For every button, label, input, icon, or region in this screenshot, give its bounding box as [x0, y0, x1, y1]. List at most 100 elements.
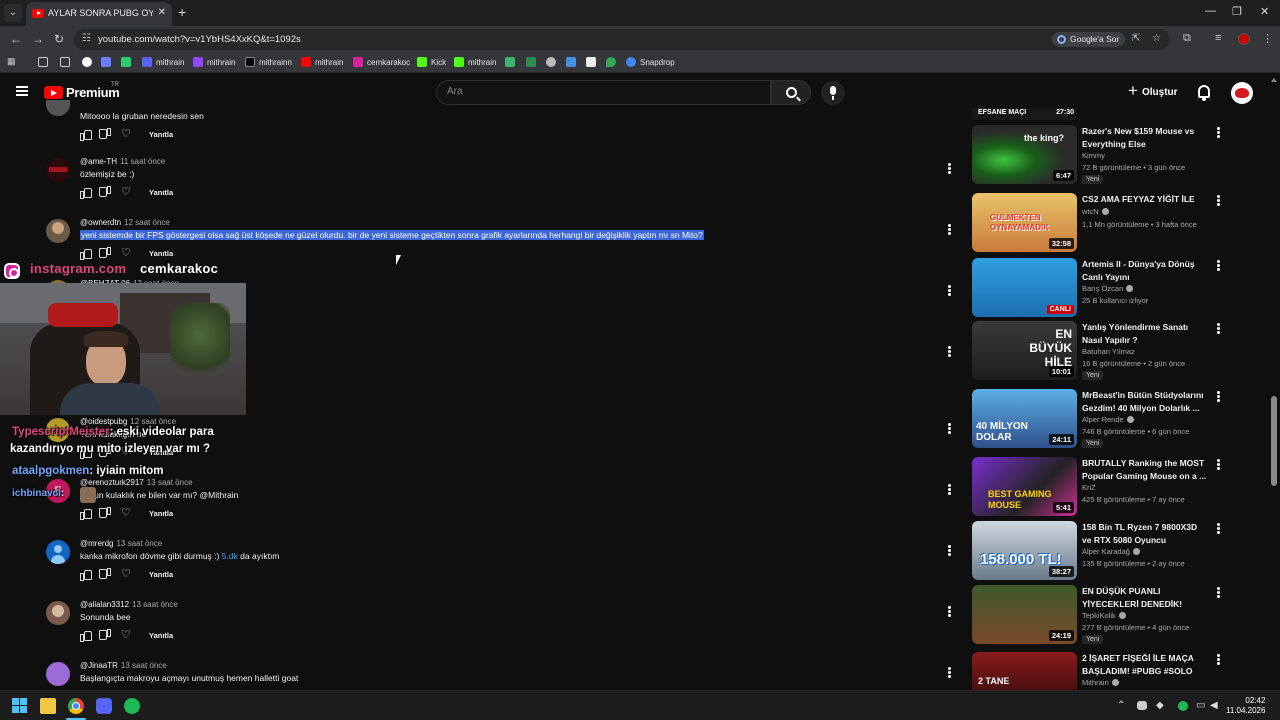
comment-more-actions-icon[interactable] — [948, 346, 951, 357]
like-thumb-icon[interactable] — [80, 630, 92, 642]
video-thumbnail[interactable]: GÜLMEKTEN OYNAYAMADIK 32:58 — [972, 193, 1077, 252]
create-button[interactable]: Oluştur — [1126, 81, 1178, 103]
folder-icon[interactable] — [38, 57, 48, 67]
partial-thumbnail[interactable]: EFSANE MAÇI 27:30 — [972, 108, 1077, 120]
bookmark-kick[interactable]: Kick — [417, 57, 446, 67]
tab-search-chevron-icon[interactable]: ⌄ — [4, 4, 22, 22]
like-thumb-icon[interactable] — [80, 508, 92, 520]
scroll-up-arrow-icon[interactable] — [1271, 78, 1277, 82]
volume-icon[interactable]: ◀ — [1210, 700, 1218, 711]
bookmark-favicon-icon[interactable] — [505, 57, 515, 67]
heart-icon[interactable]: ♡ — [121, 630, 131, 641]
tab-close-icon[interactable]: ✕ — [158, 7, 166, 18]
profile-avatar-icon[interactable] — [1238, 33, 1250, 45]
comment-avatar[interactable] — [46, 601, 70, 625]
video-thumbnail[interactable]: 40 MİLYON DOLAR 24:11 — [972, 389, 1077, 448]
bookmark-cemkarakoc-instagram[interactable]: cemkarakoc — [353, 57, 410, 67]
comment-more-actions-icon[interactable] — [948, 667, 951, 678]
dislike-thumb-icon[interactable] — [101, 188, 111, 198]
dislike-thumb-icon[interactable] — [101, 509, 111, 519]
comment-more-actions-icon[interactable] — [948, 545, 951, 556]
recommended-video[interactable]: EN BÜYÜK HİLE 10:01 Yanlış Yönlendirme S… — [972, 321, 1232, 383]
discord-tray-icon[interactable] — [1137, 701, 1147, 710]
maximize-icon[interactable]: ❐ — [1232, 5, 1242, 18]
video-thumbnail[interactable]: CANLI — [972, 258, 1077, 317]
video-more-actions-icon[interactable] — [1217, 459, 1220, 470]
bookmark-favicon-icon[interactable] — [526, 57, 536, 67]
video-more-actions-icon[interactable] — [1217, 391, 1220, 402]
bookmark-favicon-icon[interactable] — [586, 57, 596, 67]
discord-icon[interactable] — [96, 698, 112, 714]
file-explorer-icon[interactable] — [40, 698, 56, 714]
search-input[interactable] — [447, 86, 747, 97]
heart-icon[interactable]: ♡ — [121, 129, 131, 140]
video-more-actions-icon[interactable] — [1217, 260, 1220, 271]
recommended-video[interactable]: 158.000 TL! 38:27 158 Bin TL Ryzen 7 980… — [972, 521, 1232, 583]
dislike-thumb-icon[interactable] — [101, 130, 111, 140]
reply-button[interactable]: Yanıtla — [149, 130, 173, 139]
comment-time[interactable]: 13 saat önce — [116, 539, 162, 548]
folder-icon[interactable] — [60, 57, 70, 67]
video-more-actions-icon[interactable] — [1217, 323, 1220, 334]
recommended-video[interactable]: 2 TANE 2 İŞARET FİŞEĞİ İLE MAÇA BAŞLADIM… — [972, 652, 1232, 690]
extensions-puzzle-icon[interactable]: ⧉ — [1183, 32, 1191, 45]
tray-overflow-chevron-icon[interactable]: ⌃ — [1117, 700, 1125, 711]
video-more-actions-icon[interactable] — [1217, 195, 1220, 206]
bookmark-favicon-icon[interactable] — [82, 57, 92, 67]
dislike-thumb-icon[interactable] — [101, 249, 111, 259]
dislike-thumb-icon[interactable] — [101, 570, 111, 580]
media-controls-icon[interactable]: ≡ — [1215, 32, 1221, 44]
recommended-video[interactable]: the king? 6:47 Razer's New $159 Mouse vs… — [972, 125, 1232, 187]
comment-more-actions-icon[interactable] — [948, 285, 951, 296]
comment-more-actions-icon[interactable] — [948, 423, 951, 434]
comment-avatar[interactable] — [46, 662, 70, 686]
notifications-bell-icon[interactable] — [1198, 85, 1210, 101]
recommended-video[interactable]: GÜLMEKTEN OYNAYAMADIK 32:58 CS2 AMA FEYY… — [972, 193, 1232, 255]
close-window-icon[interactable]: ✕ — [1260, 5, 1269, 18]
comment-avatar[interactable] — [46, 100, 70, 116]
like-thumb-icon[interactable] — [80, 187, 92, 199]
comment-username[interactable]: @ownerdtn — [80, 218, 121, 227]
video-thumbnail[interactable]: 24:19 — [972, 585, 1077, 644]
scrollbar-thumb[interactable] — [1271, 396, 1277, 486]
bookmark-favicon-icon[interactable] — [566, 57, 576, 67]
dislike-thumb-icon[interactable] — [101, 631, 111, 641]
reply-button[interactable]: Yanıtla — [149, 509, 173, 518]
system-clock[interactable]: 02:42 11.04.2026 — [1226, 696, 1265, 716]
video-thumbnail[interactable]: EN BÜYÜK HİLE 10:01 — [972, 321, 1077, 380]
reply-button[interactable]: Yanıtla — [149, 249, 173, 258]
bookmark-snapdrop[interactable]: Snapdrop — [626, 57, 675, 67]
chrome-icon[interactable] — [68, 698, 84, 714]
comment-username[interactable]: @JinaaTR — [80, 661, 118, 670]
comment-more-actions-icon[interactable] — [948, 224, 951, 235]
video-more-actions-icon[interactable] — [1217, 523, 1220, 534]
bookmark-mithrain-discord[interactable]: mithrain — [142, 57, 184, 67]
comment-avatar[interactable] — [46, 158, 70, 182]
comment-time[interactable]: 12 saat önce — [130, 417, 176, 426]
recommended-video[interactable]: CANLI Artemis II - Dünya'ya Dönüş Canlı … — [972, 258, 1232, 320]
comment-more-actions-icon[interactable] — [948, 484, 951, 495]
like-thumb-icon[interactable] — [80, 129, 92, 141]
like-thumb-icon[interactable] — [80, 569, 92, 581]
spotify-tray-icon[interactable] — [1178, 701, 1188, 711]
comment-time[interactable]: 11 saat önce — [120, 157, 165, 166]
like-thumb-icon[interactable] — [80, 248, 92, 260]
recommended-video[interactable]: BEST GAMING MOUSE 5:41 BRUTALLY Ranking … — [972, 457, 1232, 519]
video-thumbnail[interactable]: the king? 6:47 — [972, 125, 1077, 184]
heart-icon[interactable]: ♡ — [121, 569, 131, 580]
hamburger-menu-icon[interactable] — [16, 86, 28, 96]
comment-username[interactable]: @alialan3312 — [80, 600, 129, 609]
bookmark-favicon-icon[interactable] — [101, 57, 111, 67]
video-thumbnail[interactable]: BEST GAMING MOUSE 5:41 — [972, 457, 1077, 516]
comment-username[interactable]: @erenozturk2917 — [80, 478, 144, 487]
youtube-logo-icon[interactable] — [44, 86, 63, 99]
maps-pin-icon[interactable] — [606, 57, 616, 67]
bookmark-mithrainn-x[interactable]: mithrainn — [245, 57, 292, 67]
recommended-video[interactable]: 40 MİLYON DOLAR 24:11 MrBeast'in Bütün S… — [972, 389, 1232, 451]
google-sor-button[interactable]: Google'a Sor — [1052, 32, 1126, 47]
heart-icon[interactable]: ♡ — [121, 187, 131, 198]
bookmark-mithrain-youtube[interactable]: mithrain — [301, 57, 343, 67]
reply-button[interactable]: Yanıtla — [149, 570, 173, 579]
comment-avatar[interactable] — [46, 540, 70, 564]
comment-username[interactable]: @oidestpubg — [80, 417, 127, 426]
